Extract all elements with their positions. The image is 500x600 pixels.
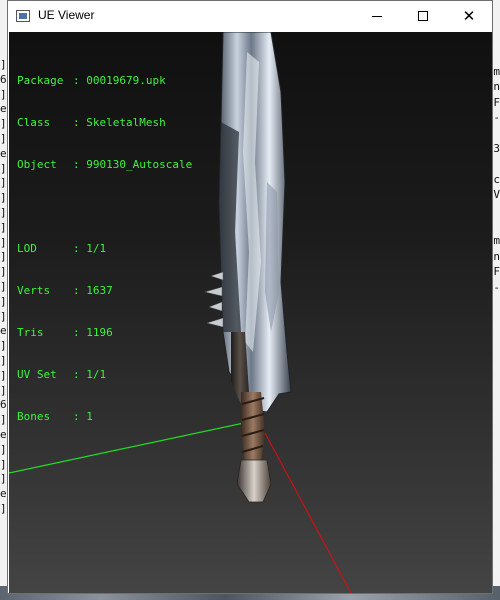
maximize-icon: [418, 11, 428, 21]
info-tris-label: Tris: [17, 326, 44, 339]
ue-viewer-window[interactable]: UE Viewer ✕ Package: 00019679.upk Class…: [7, 0, 493, 594]
info-sep: :: [73, 74, 87, 87]
maximize-button[interactable]: [400, 1, 446, 31]
info-uvset-value: 1/1: [86, 368, 107, 381]
sword-grip: [241, 392, 265, 464]
info-sep: :: [73, 158, 87, 171]
background-glyph: c: [493, 172, 500, 186]
title-bar[interactable]: UE Viewer ✕: [8, 1, 492, 31]
background-glyph: [492, 126, 500, 141]
info-package-value: 00019679.upk: [86, 74, 166, 87]
info-lod: LOD: 1/1: [17, 242, 192, 256]
minimize-icon: [372, 15, 382, 17]
info-verts-label: Verts: [17, 284, 51, 297]
window-title: UE Viewer: [38, 8, 95, 22]
info-lod-label: LOD: [17, 242, 37, 255]
background-glyph: 3: [493, 142, 500, 156]
info-sep: :: [73, 284, 87, 297]
blade-spikes: [204, 271, 224, 328]
background-glyph: V: [493, 188, 500, 202]
sword-blade: [218, 32, 292, 413]
background-glyph: F: [493, 95, 500, 109]
info-package-label: Package: [17, 74, 64, 87]
background-glyph: [492, 156, 500, 171]
background-right-text: mnF- 3 cV mnF-: [492, 64, 500, 295]
info-sep: :: [73, 116, 87, 129]
info-bones-value: 1: [86, 410, 93, 423]
info-uvset: UV Set: 1/1: [17, 368, 192, 382]
info-object: Object: 990130_Autoscale: [17, 158, 192, 172]
info-verts: Verts: 1637: [17, 284, 192, 298]
info-sep: :: [73, 242, 87, 255]
background-glyph: -: [493, 280, 500, 294]
info-sep: :: [73, 326, 87, 339]
background-glyph: m: [493, 234, 500, 248]
info-lod-value: 1/1: [86, 242, 107, 255]
info-uvset-label: UV Set: [17, 368, 57, 381]
mesh-info-overlay: Package: 00019679.upk Class: SkeletalMes…: [17, 46, 192, 452]
info-class-value: SkeletalMesh: [86, 116, 166, 129]
background-glyph: F: [493, 265, 500, 279]
3d-viewport[interactable]: Package: 00019679.upk Class: SkeletalMes…: [9, 32, 492, 593]
info-class-label: Class: [17, 116, 51, 129]
info-tris-value: 1196: [86, 326, 113, 339]
info-object-label: Object: [17, 158, 57, 171]
info-package: Package: 00019679.upk: [17, 74, 192, 88]
window-app-icon[interactable]: [16, 10, 30, 22]
background-glyph: n: [493, 249, 500, 263]
info-sep: :: [73, 368, 87, 381]
background-glyph: n: [493, 80, 500, 94]
background-glyph: [492, 218, 500, 233]
info-tris: Tris: 1196: [17, 326, 192, 340]
close-icon: ✕: [462, 6, 476, 25]
axis-red-line: [257, 419, 352, 593]
info-verts-value: 1637: [86, 284, 113, 297]
info-bones-label: Bones: [17, 410, 51, 423]
close-button[interactable]: ✕: [446, 1, 492, 31]
info-sep: :: [73, 410, 87, 423]
background-glyph: [492, 203, 500, 218]
sword-pommel: [236, 459, 272, 503]
info-bones: Bones: 1: [17, 410, 192, 424]
background-glyph: m: [493, 65, 500, 78]
info-object-value: 990130_Autoscale: [86, 158, 193, 171]
minimize-button[interactable]: [354, 1, 400, 31]
background-glyph: -: [493, 111, 500, 125]
info-class: Class: SkeletalMesh: [17, 116, 192, 130]
